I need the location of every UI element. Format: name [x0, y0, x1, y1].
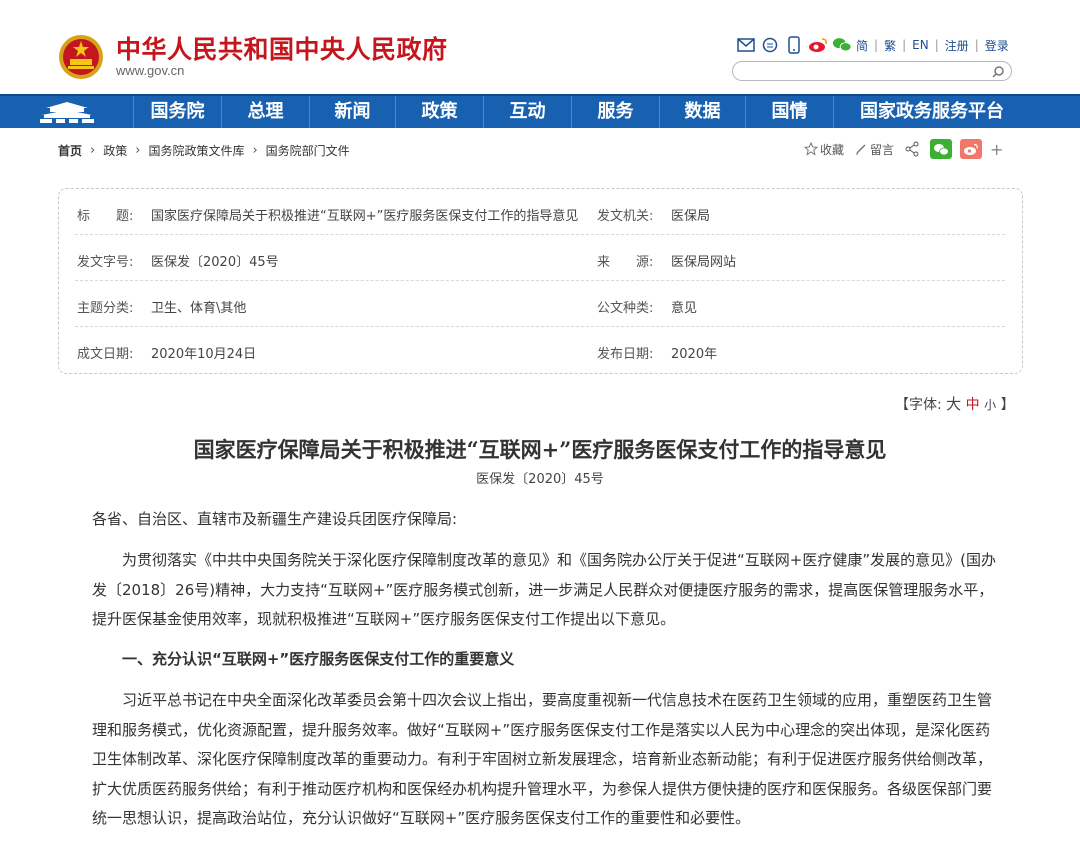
article-paragraph: 习近平总书记在中央全面深化改革委员会第十四次会议上指出，要高度重视新一代信息技术…	[92, 691, 993, 827]
info-value: 医保局	[671, 209, 711, 224]
breadcrumb-department-docs[interactable]: 国务院部门文件	[266, 142, 350, 159]
divider: |	[874, 38, 879, 52]
font-size-close-bracket: 】	[1000, 397, 1015, 413]
info-row: 标 题: 国家医疗保障局关于积极推进“互联网+”医疗服务医保支付工作的指导意见 …	[75, 189, 1005, 235]
chevron-right-icon: ›	[252, 143, 258, 158]
mail-icon[interactable]	[736, 35, 756, 55]
favorite-label: 收藏	[820, 142, 845, 157]
info-label: 发布日期:	[597, 347, 654, 362]
info-row: 主题分类: 卫生、体育\其他 公文种类: 意见	[75, 281, 1005, 327]
login-link[interactable]: 登录	[985, 37, 1009, 54]
share-icon	[905, 141, 919, 157]
font-size-medium-button[interactable]: 中	[966, 397, 980, 413]
nav-item-news[interactable]: 新闻	[310, 96, 396, 128]
weibo-icon[interactable]	[808, 35, 828, 55]
article-paragraph: 为贯彻落实《中共中央国务院关于深化医疗保障制度改革的意见》和《国务院办公厅关于促…	[92, 551, 996, 628]
breadcrumb-home[interactable]: 首页	[58, 142, 82, 159]
breadcrumb: 首页 › 政策 › 国务院政策文件库 › 国务院部门文件	[58, 142, 350, 159]
nav-home[interactable]	[0, 96, 134, 128]
search-icon[interactable]	[991, 64, 1005, 83]
font-size-switcher: 【字体: 大 中 小 】	[895, 393, 1015, 414]
nav-item-policy[interactable]: 政策	[396, 96, 484, 128]
info-label: 发文机关:	[597, 209, 654, 224]
search-input[interactable]	[743, 64, 983, 82]
nav-item-service-platform[interactable]: 国家政务服务平台	[834, 96, 1030, 128]
divider: |	[902, 38, 907, 52]
share-weibo-button[interactable]	[960, 139, 983, 159]
more-share-icon[interactable]: +	[990, 140, 1003, 159]
site-domain: www.gov.cn	[116, 63, 185, 78]
info-row: 成文日期: 2020年10月24日 发布日期: 2020年	[75, 327, 1005, 373]
share-button[interactable]	[904, 141, 920, 157]
info-value: 医保发〔2020〕45号	[151, 255, 279, 270]
search-bar	[732, 61, 1012, 83]
share-wechat-button[interactable]	[930, 139, 953, 159]
nav-item-data[interactable]: 数据	[660, 96, 746, 128]
article-salutation: 各省、自治区、直辖市及新疆生产建设兵团医疗保障局:	[92, 510, 458, 528]
tiananmen-icon	[39, 102, 94, 123]
info-label: 来 源:	[597, 255, 654, 270]
register-link[interactable]: 注册	[945, 37, 969, 54]
national-emblem-icon[interactable]	[58, 34, 104, 80]
info-row: 发文字号: 医保发〔2020〕45号 来 源: 医保局网站	[75, 235, 1005, 281]
nav-item-services[interactable]: 服务	[572, 96, 660, 128]
favorite-button[interactable]: 收藏	[804, 141, 844, 158]
info-label: 主题分类:	[77, 301, 134, 316]
info-label: 标 题:	[77, 209, 134, 224]
info-label: 成文日期:	[77, 347, 134, 362]
info-value: 医保局网站	[671, 255, 737, 270]
font-size-large-button[interactable]: 大	[946, 395, 961, 413]
site-header: 中华人民共和国中央人民政府 www.gov.cn 简 | 繁 | EN | 注册…	[0, 0, 1080, 94]
breadcrumb-policy-library[interactable]: 国务院政策文件库	[148, 142, 244, 159]
divider: |	[974, 38, 979, 52]
main-nav: 国务院 总理 新闻 政策 互动 服务 数据 国情 国家政务服务平台	[0, 94, 1080, 128]
message-icon[interactable]	[760, 35, 780, 55]
chevron-right-icon: ›	[90, 143, 96, 158]
nav-item-national-info[interactable]: 国情	[746, 96, 834, 128]
pencil-icon	[856, 144, 866, 155]
info-value: 国家医疗保障局关于积极推进“互联网+”医疗服务医保支付工作的指导意见	[151, 209, 579, 224]
lang-english-link[interactable]: EN	[912, 38, 929, 52]
info-label: 发文字号:	[77, 255, 134, 270]
star-icon	[804, 142, 818, 156]
font-size-small-button[interactable]: 小	[984, 398, 996, 412]
mobile-icon[interactable]	[784, 35, 804, 55]
info-value: 卫生、体育\其他	[151, 301, 247, 316]
info-value: 意见	[671, 301, 698, 316]
font-size-label: 【字体:	[895, 397, 942, 413]
lang-traditional-link[interactable]: 繁	[884, 37, 896, 54]
nav-item-state-council[interactable]: 国务院	[134, 96, 222, 128]
nav-item-premier[interactable]: 总理	[222, 96, 310, 128]
info-value: 2020年10月24日	[151, 347, 257, 362]
share-toolbar: 收藏 留言 +	[804, 139, 1003, 159]
top-links: 简 | 繁 | EN | 注册 | 登录	[736, 34, 1009, 56]
article-section-heading: 一、充分认识“互联网+”医疗服务医保支付工作的重要意义	[122, 650, 515, 668]
divider: |	[934, 38, 939, 52]
breadcrumb-policy[interactable]: 政策	[103, 142, 127, 159]
article-doc-number: 医保发〔2020〕45号	[476, 472, 604, 487]
wechat-icon[interactable]	[832, 35, 852, 55]
wechat-icon	[934, 143, 949, 155]
nav-item-interaction[interactable]: 互动	[484, 96, 572, 128]
article-title: 国家医疗保障局关于积极推进“互联网+”医疗服务医保支付工作的指导意见	[193, 437, 887, 462]
weibo-icon	[964, 143, 978, 155]
info-label: 公文种类:	[597, 301, 654, 316]
chevron-right-icon: ›	[135, 143, 141, 158]
comment-button[interactable]: 留言	[854, 141, 894, 158]
comment-label: 留言	[870, 142, 895, 157]
lang-simplified-link[interactable]: 简	[856, 37, 868, 54]
info-value: 2020年	[671, 347, 718, 362]
document-info-box: 标 题: 国家医疗保障局关于积极推进“互联网+”医疗服务医保支付工作的指导意见 …	[58, 188, 1023, 374]
site-title[interactable]: 中华人民共和国中央人民政府	[116, 30, 448, 66]
